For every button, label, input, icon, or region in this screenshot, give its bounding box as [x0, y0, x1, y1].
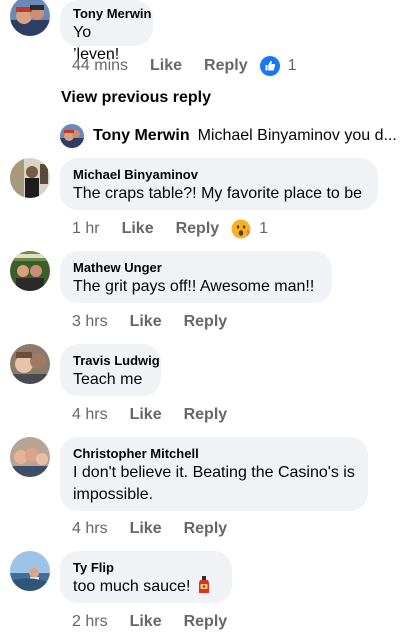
comment-timestamp[interactable]: 2 hrs	[72, 613, 108, 631]
comment-text: The craps table?! My favorite place to b…	[73, 185, 363, 202]
reply-button[interactable]: Reply	[184, 406, 228, 424]
comment-text: I don't believe it. Beating the Casino's…	[73, 464, 355, 503]
comment-text: too much sauce!	[73, 576, 219, 598]
comment-author[interactable]: Travis Ludwig	[73, 352, 160, 369]
avatar[interactable]	[10, 551, 50, 591]
comment-bubble[interactable]: Mathew Unger The grit pays off!! Awesome…	[60, 251, 332, 303]
hot-sauce-emoji-icon	[197, 576, 211, 594]
avatar[interactable]	[10, 158, 50, 198]
comment-timestamp[interactable]: 1 hr	[72, 220, 100, 238]
avatar[interactable]	[10, 344, 50, 384]
comment-bubble[interactable]: Travis Ludwig Teach me	[60, 344, 161, 396]
reply-preview[interactable]: Tony Merwin Michael Binyaminov you d...	[60, 123, 397, 149]
comment-author[interactable]: Christopher Mitchell	[73, 445, 355, 462]
like-button[interactable]: Like	[130, 613, 162, 631]
comment-actions: 1 hr Like Reply 1	[72, 218, 268, 240]
comment-author[interactable]: Mathew Unger	[73, 259, 319, 276]
avatar[interactable]	[60, 124, 84, 148]
reaction-count[interactable]: 1	[259, 220, 268, 238]
comment-actions: 4 hrs Like Reply	[72, 404, 239, 426]
comment-bubble[interactable]: Tony Merwin Yo ’leven!	[60, 0, 153, 63]
reply-preview-author[interactable]: Tony Merwin	[93, 127, 190, 145]
like-button[interactable]: Like	[130, 406, 162, 424]
like-reaction-icon[interactable]	[259, 56, 280, 76]
comment-text: The grit pays off!! Awesome man!!	[73, 278, 315, 295]
comment-author[interactable]: Ty Flip	[73, 559, 219, 576]
avatar[interactable]	[10, 251, 50, 291]
reply-preview-text: Michael Binyaminov you d...	[197, 127, 397, 144]
avatar[interactable]	[10, 437, 50, 477]
like-button[interactable]: Like	[130, 313, 162, 331]
like-button[interactable]: Like	[122, 220, 154, 238]
reply-button[interactable]: Reply	[184, 313, 228, 331]
comment-bubble[interactable]: Christopher Mitchell I don't believe it.…	[60, 437, 368, 511]
comment-timestamp[interactable]: 4 hrs	[72, 406, 108, 424]
comment-bubble[interactable]: Michael Binyaminov The craps table?! My …	[60, 158, 378, 210]
comment-timestamp[interactable]: 3 hrs	[72, 313, 108, 331]
comment-author[interactable]: Tony Merwin	[73, 5, 151, 22]
reply-button[interactable]: Reply	[184, 520, 228, 538]
avatar[interactable]	[10, 0, 50, 36]
reply-button[interactable]: Reply	[204, 57, 248, 75]
reply-button[interactable]: Reply	[184, 613, 228, 631]
like-button[interactable]: Like	[130, 520, 162, 538]
reply-button[interactable]: Reply	[176, 220, 220, 238]
comment-timestamp[interactable]: 44 mins	[72, 57, 128, 75]
reaction-count[interactable]: 1	[288, 57, 297, 75]
comment-bubble[interactable]: Ty Flip too much sauce!	[60, 551, 232, 603]
comment-actions: 44 mins Like Reply 1	[72, 55, 297, 77]
comment-author[interactable]: Michael Binyaminov	[73, 166, 365, 183]
comment-text-content: too much sauce!	[73, 578, 191, 595]
comment-actions: 2 hrs Like Reply	[72, 611, 239, 633]
view-previous-reply-link[interactable]: View previous reply	[61, 89, 211, 107]
wow-reaction-icon[interactable]	[231, 219, 251, 239]
comment-actions: 3 hrs Like Reply	[72, 311, 239, 333]
comment-text: Teach me	[73, 371, 143, 388]
comment-actions: 4 hrs Like Reply	[72, 518, 239, 540]
like-button[interactable]: Like	[150, 57, 182, 75]
comment-timestamp[interactable]: 4 hrs	[72, 520, 108, 538]
